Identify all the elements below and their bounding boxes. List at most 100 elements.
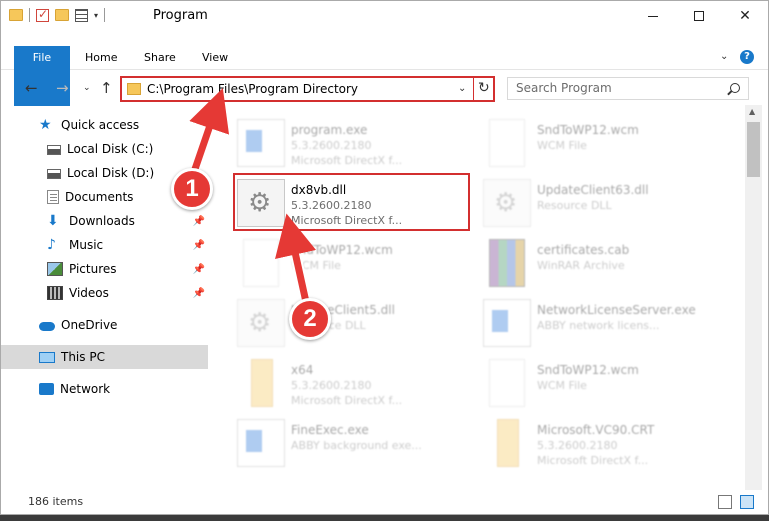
step-2-badge: 2	[289, 298, 331, 340]
step-1-badge: 1	[171, 168, 213, 210]
scroll-up-icon[interactable]: ▲	[749, 107, 755, 116]
file-name: program.exe	[291, 123, 368, 137]
file-item[interactable]: FineExec.exe ABBY background exe...	[237, 413, 477, 473]
file-name: NetworkLicenseServer.exe	[537, 303, 696, 317]
navigation-pane: ★ Quick access Local Disk (C:) Local Dis…	[1, 111, 211, 481]
network-icon	[39, 383, 54, 395]
maximize-button[interactable]	[676, 1, 722, 31]
sidebar-item-pictures[interactable]: Pictures 📌	[1, 257, 208, 281]
file-name: certificates.cab	[537, 243, 630, 257]
file-item[interactable]: SndToWP12.wcm WCM File	[483, 113, 723, 173]
file-item[interactable]: Microsoft.VC90.CRT 5.3.2600.2180 Microso…	[483, 413, 723, 473]
item-count: 186 items	[28, 495, 84, 508]
file-detail: ABBY network licens...	[537, 319, 660, 332]
sidebar-item-label: OneDrive	[61, 318, 118, 332]
vertical-scrollbar[interactable]: ▲	[745, 105, 762, 490]
minimize-button[interactable]	[630, 1, 676, 31]
tab-share[interactable]: Share	[144, 46, 176, 70]
file-detail: 5.3.2600.2180	[291, 379, 372, 392]
sidebar-item-quick-access[interactable]: ★ Quick access	[1, 113, 208, 137]
file-item[interactable]: NetworkLicenseServer.exe ABBY network li…	[483, 293, 723, 353]
refresh-icon[interactable]: ↻	[478, 80, 490, 96]
address-bar[interactable]: C:\Program Files\Program Directory ⌄ ↻	[120, 76, 495, 102]
file-detail: Microsoft DirectX f...	[291, 394, 403, 407]
file-name: SndToWP12.wcm	[291, 243, 393, 257]
file-name: UpdateClient63.dll	[537, 183, 649, 197]
sidebar-item-label: Pictures	[69, 262, 117, 276]
sidebar-item-videos[interactable]: Videos 📌	[1, 281, 208, 305]
file-detail: Microsoft DirectX f...	[291, 154, 403, 167]
maximize-icon	[694, 11, 704, 21]
help-icon[interactable]: ?	[740, 50, 754, 64]
divider	[104, 8, 106, 22]
pin-icon[interactable]: 📌	[193, 288, 205, 299]
back-arrow-icon[interactable]: ←	[25, 79, 38, 97]
properties-icon[interactable]	[75, 8, 88, 22]
pc-icon	[39, 351, 55, 363]
file-item[interactable]: certificates.cab WinRAR Archive	[483, 233, 723, 293]
sidebar-item-downloads[interactable]: ⬇ Downloads 📌	[1, 209, 208, 233]
file-item[interactable]: x64 5.3.2600.2180 Microsoft DirectX f...	[237, 353, 477, 413]
pin-icon[interactable]: 📌	[193, 216, 205, 227]
star-icon: ★	[39, 117, 52, 133]
search-placeholder: Search Program	[516, 81, 612, 95]
sidebar-item-label: Documents	[65, 190, 134, 204]
sidebar-item-music[interactable]: ♪ Music 📌	[1, 233, 208, 257]
file-detail: ABBY background exe...	[291, 439, 422, 452]
sidebar-item-label: This PC	[61, 350, 105, 364]
music-icon: ♪	[47, 237, 56, 253]
properties-check-icon[interactable]	[36, 7, 49, 22]
ribbon-tabs: File Home Share View ⌄ ?	[1, 46, 768, 106]
scroll-thumb[interactable]	[747, 122, 760, 177]
address-path[interactable]: C:\Program Files\Program Directory	[147, 82, 358, 96]
file-name: SndToWP12.wcm	[537, 123, 639, 137]
file-item[interactable]: SndToWP12.wcm WCM File	[483, 353, 723, 413]
folder-icon	[9, 9, 23, 21]
sidebar-item-local-disk-c[interactable]: Local Disk (C:)	[1, 137, 208, 161]
download-icon: ⬇	[47, 213, 59, 229]
close-button[interactable]: ✕	[722, 1, 768, 31]
divider	[29, 8, 30, 22]
file-detail: WCM File	[537, 379, 587, 392]
file-item[interactable]: UpdateClient5.dll Resource DLL	[237, 293, 477, 353]
exe-file-icon	[237, 419, 285, 467]
file-page-icon	[489, 119, 525, 167]
chevron-down-icon[interactable]: ⌄	[720, 52, 730, 62]
details-view-icon[interactable]	[718, 495, 732, 509]
explorer-window: ▾ Program ✕ File Home Share View ⌄ ? ← →…	[0, 0, 769, 515]
up-arrow-icon[interactable]: ↑	[100, 79, 113, 97]
file-item[interactable]: program.exe 5.3.2600.2180 Microsoft Dire…	[237, 113, 477, 173]
pin-icon[interactable]: 📌	[193, 240, 205, 251]
cloud-icon	[39, 322, 55, 331]
address-dropdown-icon[interactable]: ⌄	[458, 83, 466, 94]
file-detail: Resource DLL	[537, 199, 612, 212]
new-folder-icon[interactable]	[55, 9, 69, 21]
file-detail: 5.3.2600.2180	[537, 439, 618, 452]
sidebar-item-onedrive[interactable]: OneDrive	[1, 313, 208, 337]
file-name: Microsoft.VC90.CRT	[537, 423, 655, 437]
search-icon[interactable]	[730, 83, 740, 93]
file-detail: Microsoft DirectX f...	[537, 454, 649, 467]
pin-icon[interactable]: 📌	[193, 264, 205, 275]
pictures-icon	[47, 262, 63, 276]
tab-view[interactable]: View	[202, 46, 228, 70]
tab-home[interactable]: Home	[85, 46, 117, 70]
sidebar-item-network[interactable]: Network	[1, 377, 208, 401]
file-item[interactable]: UpdateClient63.dll Resource DLL	[483, 173, 723, 233]
sidebar-item-this-pc[interactable]: This PC	[1, 345, 208, 369]
customize-toolbar-dropdown-icon[interactable]: ▾	[94, 11, 98, 20]
search-input[interactable]: Search Program	[507, 77, 749, 100]
file-item[interactable]: SndToWP12.wcm WCM File	[237, 233, 477, 293]
title-bar: ▾ Program ✕	[1, 1, 768, 31]
disk-icon	[47, 145, 61, 155]
videos-icon	[47, 286, 63, 300]
tiles-view-icon[interactable]	[740, 495, 754, 509]
file-detail: WCM File	[291, 259, 341, 272]
exe-file-icon	[237, 119, 285, 167]
sidebar-item-label: Local Disk (C:)	[67, 142, 154, 156]
navigation-bar: ← → ⌄ ↑ C:\Program Files\Program Directo…	[1, 73, 768, 105]
forward-arrow-icon[interactable]: →	[56, 79, 69, 97]
sidebar-item-label: Quick access	[61, 118, 140, 132]
recent-locations-dropdown-icon[interactable]: ⌄	[83, 83, 91, 93]
disk-icon	[47, 169, 61, 179]
